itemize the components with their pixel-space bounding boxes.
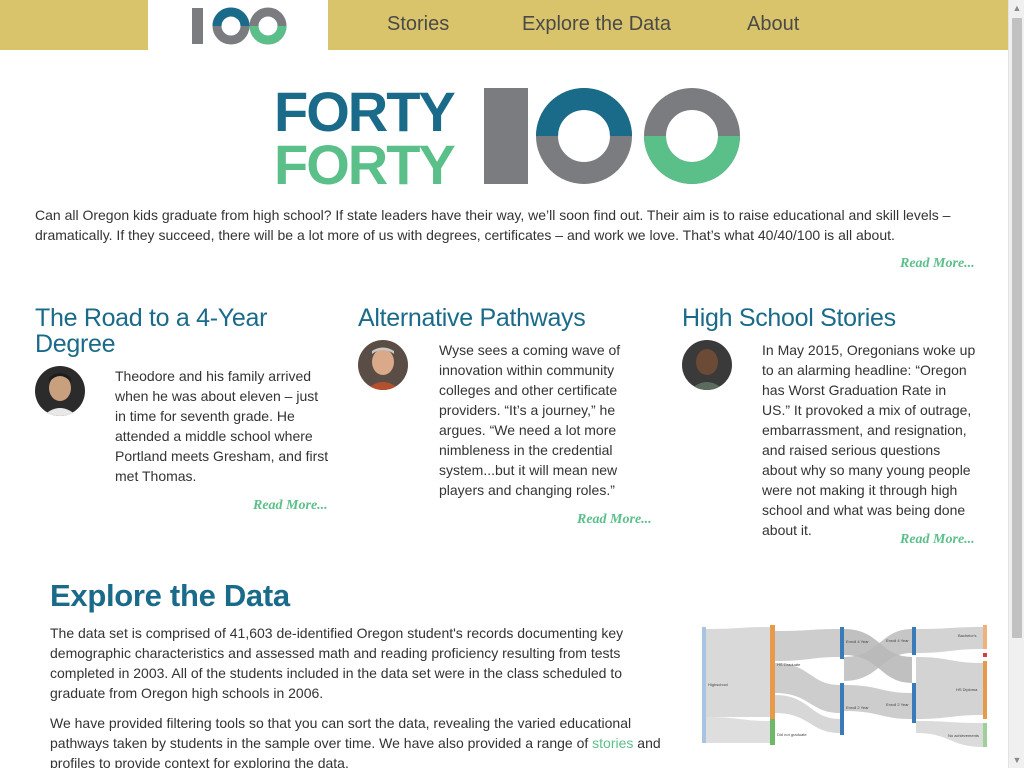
svg-text:Highschool: Highschool: [708, 682, 728, 687]
stories-inline-link[interactable]: stories: [592, 735, 633, 751]
intro-text: Can all Oregon kids graduate from high s…: [35, 207, 951, 243]
explore-data-heading: Explore the Data: [50, 578, 290, 613]
home-logo-link[interactable]: [148, 0, 328, 50]
hero-logo-line2: FORTY: [274, 133, 455, 186]
nav-about-link[interactable]: About: [747, 13, 799, 36]
svg-text:Enroll 2 Year: Enroll 2 Year: [886, 702, 909, 707]
top-nav-bar: Stories Explore the Data About: [0, 0, 1008, 50]
svg-text:Enroll 2 Year: Enroll 2 Year: [846, 705, 869, 710]
avatar-theodore: [35, 366, 85, 416]
svg-text:Enroll 4 Year: Enroll 4 Year: [886, 638, 909, 643]
avatar-wyse: [358, 340, 408, 390]
story-text-alternative-pathways: Wyse sees a coming wave of innovation wi…: [439, 342, 621, 498]
svg-text:No achievements: No achievements: [948, 733, 979, 738]
svg-text:Bachelor's: Bachelor's: [958, 633, 977, 638]
pathways-sankey-thumbnail[interactable]: Highschool HS Graduate Did not graduate …: [700, 623, 990, 756]
scrollbar-thumb[interactable]: [1012, 18, 1022, 638]
explore-data-paragraph-2: We have provided filtering tools so that…: [50, 715, 661, 768]
avatar-high-school: [682, 340, 732, 390]
story-title-road-4-year[interactable]: The Road to a 4-Year Degree: [35, 305, 295, 357]
story-title-high-school-stories[interactable]: High School Stories: [682, 305, 982, 331]
svg-text:Did not graduate: Did not graduate: [777, 732, 807, 737]
forty-forty-100-logo-icon: [192, 7, 287, 45]
story-text-high-school-stories: In May 2015, Oregonians woke up to an al…: [762, 342, 976, 538]
story-text-road-4-year: Theodore and his family arrived when he …: [115, 368, 329, 484]
nav-stories-link[interactable]: Stories: [387, 13, 449, 36]
scroll-down-arrow-icon[interactable]: ▼: [1009, 752, 1024, 768]
nav-explore-data-link[interactable]: Explore the Data: [522, 13, 671, 36]
story-road-4-year-read-more-link[interactable]: Read More...: [253, 498, 328, 514]
story-high-school-read-more-link[interactable]: Read More...: [900, 532, 975, 548]
svg-text:HS Graduate: HS Graduate: [777, 662, 801, 667]
page-scrollbar[interactable]: ▲ ▼: [1008, 0, 1024, 768]
scroll-up-arrow-icon[interactable]: ▲: [1009, 0, 1024, 16]
svg-text:HS Diploma: HS Diploma: [956, 687, 978, 692]
story-alternative-pathways-read-more-link[interactable]: Read More...: [577, 512, 652, 528]
story-title-alternative-pathways[interactable]: Alternative Pathways: [358, 305, 658, 331]
explore-data-paragraph-1: The data set is comprised of 41,603 de-i…: [50, 625, 624, 701]
intro-read-more-link[interactable]: Read More...: [900, 256, 975, 272]
hero-logo: FORTY FORTY: [274, 80, 744, 196]
svg-text:Enroll 4 Year: Enroll 4 Year: [846, 639, 869, 644]
